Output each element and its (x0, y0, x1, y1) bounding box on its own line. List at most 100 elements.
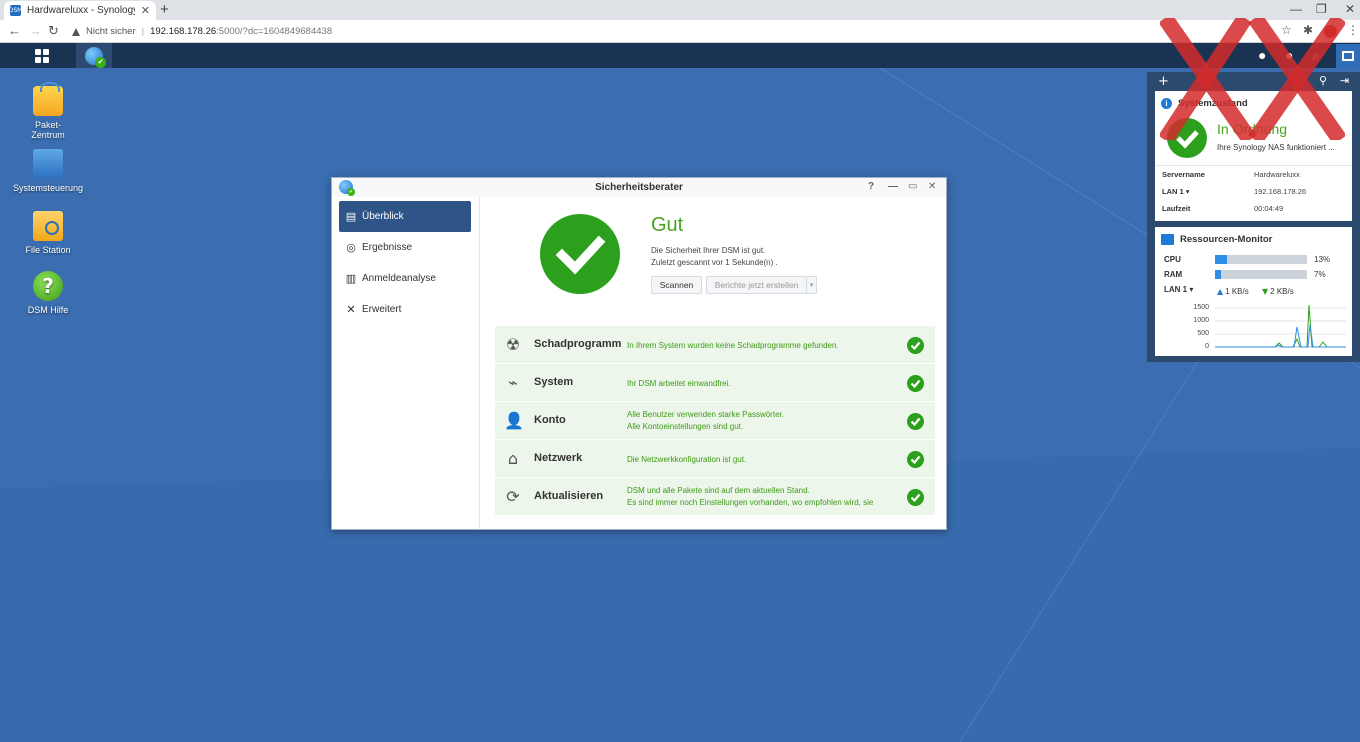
close-icon[interactable]: ✕ (928, 181, 936, 192)
result-row-system[interactable]: ⌁ System Ihr DSM arbeitet einwandfrei. (495, 364, 935, 402)
url-separator: | (141, 26, 145, 37)
health-description: Ihre Synology NAS funktioniert ... (1217, 143, 1335, 152)
window-title-bar[interactable]: ✔ Sicherheitsberater ? — ▭ ✕ (332, 178, 946, 197)
tab-close-icon[interactable]: ✕ (141, 4, 150, 17)
desktop-icon-label: Systemsteuerung (12, 183, 84, 193)
minimize-window-icon[interactable]: — (1290, 2, 1302, 16)
tools-icon: ✕ (346, 303, 356, 316)
desktop-icon-label: Paket- (34, 120, 61, 130)
folder-icon (33, 211, 63, 241)
main-menu-button[interactable] (28, 43, 56, 68)
add-widget-icon[interactable]: + (1158, 74, 1169, 89)
desktop-icon-file-station[interactable]: File Station (8, 211, 88, 255)
radiation-icon: ☢ (505, 335, 521, 354)
user-icon: 👤 (504, 411, 524, 430)
health-ok-icon (1167, 118, 1207, 158)
widgets-toggle-button[interactable] (1336, 44, 1360, 68)
last-scan-text: Zuletzt gescannt vor 1 Sekunde(n) . (651, 258, 778, 267)
browser-menu-icon[interactable]: ⋮ (1347, 23, 1359, 37)
result-description: DSM und alle Pakete sind auf dem aktuell… (627, 486, 810, 495)
check-icon (907, 489, 924, 506)
result-description: In Ihrem System wurden keine Schadprogra… (627, 341, 839, 350)
back-arrow-icon[interactable]: ← (8, 23, 21, 38)
lan-ip-value: 192.168.178.26 (1254, 187, 1307, 196)
search-icon[interactable]: ⌕ (1312, 47, 1320, 64)
resource-monitor-widget: Ressourcen-Monitor CPU 13% RAM 7% LAN 1 … (1155, 227, 1352, 356)
taskbar-security-advisor-button[interactable]: ✔ (76, 43, 112, 68)
collapse-panel-icon[interactable]: ⇥ (1340, 74, 1349, 87)
uptime-label: Laufzeit (1162, 204, 1191, 213)
close-window-icon[interactable]: ✕ (1345, 2, 1355, 16)
desktop-icon-dsm-help[interactable]: ? DSM Hilfe (8, 271, 88, 315)
sidebar-item-overview[interactable]: ▤ Überblick (339, 201, 471, 232)
y-tick-label: 1000 (1193, 317, 1209, 324)
result-row-malware[interactable]: ☢ Schadprogramm In Ihrem System wurden k… (495, 326, 935, 364)
lan-selector[interactable]: LAN 1 ▾ (1164, 285, 1193, 294)
sidebar-item-login-analysis[interactable]: ▥ Anmeldeanalyse (339, 263, 471, 294)
lan-selector[interactable]: LAN 1 ▾ (1162, 187, 1190, 196)
desktop-icon-control-panel[interactable]: Systemsteuerung (8, 149, 88, 193)
result-description: Ihr DSM arbeitet einwandfrei. (627, 379, 731, 388)
widget-title: Ressourcen-Monitor (1161, 234, 1272, 245)
result-name: Schadprogramm (534, 338, 622, 350)
help-question-icon[interactable]: ? (868, 181, 874, 192)
security-advisor-icon: ✔ (85, 46, 106, 68)
widget-title: i Systemzustand (1161, 98, 1248, 109)
tab-title: Hardwareluxx - Synology NAS (27, 5, 135, 16)
minimize-icon[interactable]: — (888, 181, 898, 192)
extension-puzzle-icon[interactable]: ✱ (1303, 23, 1313, 37)
bookmark-star-icon[interactable]: ☆ (1281, 23, 1292, 37)
url-path: :5000/?dc=1604849684438 (216, 26, 333, 37)
maximize-icon[interactable]: ▭ (908, 181, 917, 192)
sidebar-item-label: Ergebnisse (362, 242, 413, 253)
widget-panel-header: + ⚲ ⇥ (1147, 72, 1360, 92)
widget-title-text: Ressourcen-Monitor (1180, 234, 1273, 245)
check-icon (907, 413, 924, 430)
result-name: Netzwerk (534, 452, 583, 464)
desktop-icon-label: DSM Hilfe (27, 305, 69, 315)
security-advisor-icon: ✔ (339, 180, 355, 196)
sidebar: ▤ Überblick ◎ Ergebnisse ▥ Anmeldeanalys… (332, 197, 480, 529)
desktop-icon-package-center[interactable]: Paket- Zentrum (8, 82, 88, 140)
scan-button[interactable]: Scannen (651, 276, 702, 294)
result-description: Die Netzwerkkonfiguration ist gut. (627, 455, 747, 464)
sidebar-item-advanced[interactable]: ✕ Erweitert (339, 294, 471, 325)
not-secure-label: Nicht sicher (86, 26, 136, 37)
ram-percent: 7% (1314, 270, 1326, 279)
profile-avatar[interactable] (1324, 25, 1337, 38)
info-icon: i (1161, 98, 1172, 109)
result-row-network[interactable]: ⌂ Netzwerk Die Netzwerkkonfiguration ist… (495, 440, 935, 478)
sidebar-item-results[interactable]: ◎ Ergebnisse (339, 232, 471, 263)
sidebar-item-label: Überblick (362, 211, 404, 222)
check-icon (907, 375, 924, 392)
ram-bar (1215, 270, 1307, 279)
y-tick-label: 500 (1197, 330, 1209, 337)
create-report-button[interactable]: Berichte jetzt erstellen (706, 276, 807, 294)
network-traffic-graph (1215, 305, 1346, 348)
widget-title-text: Systemzustand (1178, 98, 1248, 109)
browser-tab[interactable]: DSM Hardwareluxx - Synology NAS ✕ (4, 1, 156, 20)
forward-arrow-icon[interactable]: → (29, 23, 42, 38)
download-rate-text: 2 KB/s (1270, 287, 1294, 296)
result-row-account[interactable]: 👤 Konto Alle Benutzer verwenden starke P… (495, 402, 935, 440)
maximize-window-icon[interactable]: ❐ (1316, 2, 1327, 16)
cpu-bar (1215, 255, 1307, 264)
result-row-update[interactable]: ⟳ Aktualisieren DSM und alle Pakete sind… (495, 478, 935, 516)
pin-icon[interactable]: ⚲ (1319, 74, 1327, 87)
sidebar-item-label: Erweitert (362, 304, 402, 315)
notification-icon[interactable]: ● (1258, 47, 1266, 63)
report-dropdown-button[interactable]: ▾ (806, 276, 817, 294)
cpu-bar-fill (1215, 255, 1227, 264)
user-icon[interactable]: ● (1285, 47, 1293, 63)
result-name: Aktualisieren (534, 490, 604, 502)
ram-bar-fill (1215, 270, 1222, 279)
browser-address-bar: ← → ↻ Nicht sicher | 192.168.178.26:5000… (0, 20, 1360, 43)
help-icon: ? (33, 271, 63, 301)
overview-icon: ▤ (345, 210, 357, 223)
y-tick-label: 0 (1205, 343, 1209, 350)
reload-icon[interactable]: ↻ (48, 23, 59, 39)
desktop-icon-label: Zentrum (31, 130, 65, 140)
status-title: Gut (651, 214, 684, 236)
new-tab-icon[interactable]: + (160, 2, 169, 18)
url-input[interactable]: Nicht sicher | 192.168.178.26:5000/?dc=1… (72, 22, 1282, 41)
